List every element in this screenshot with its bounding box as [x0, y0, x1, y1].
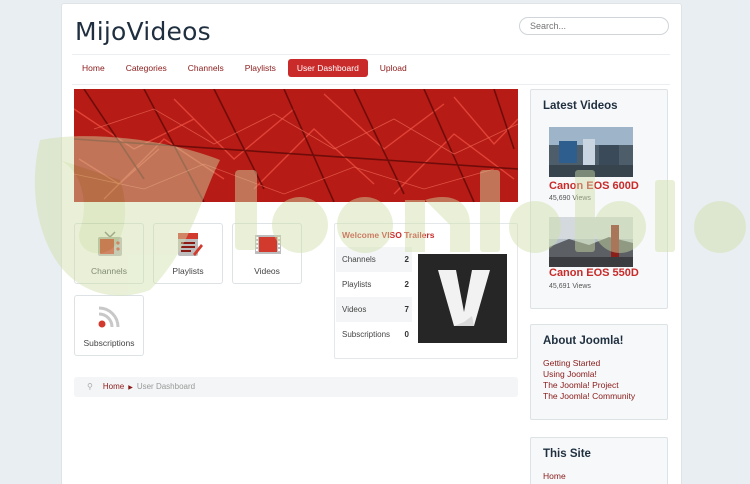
videos-tile-label: Videos [254, 266, 280, 276]
subscriptions-tile-label: Subscriptions [83, 338, 135, 348]
welcome-title: Welcome VISO Trailers [342, 230, 435, 240]
latest-videos-title: Latest Videos [543, 100, 618, 112]
site-title[interactable]: MijoVideos [75, 17, 211, 46]
subscriptions-tile[interactable]: Subscriptions [74, 295, 144, 356]
playlists-icon [178, 233, 203, 256]
stat-value: 0 [404, 330, 409, 339]
nav-divider [72, 54, 670, 55]
playlists-tile-label: Playlists [172, 266, 204, 276]
channels-icon [98, 231, 122, 256]
video-title-link[interactable]: Canon EOS 600D [549, 180, 639, 192]
this-site-title: This Site [543, 448, 591, 460]
channels-tile[interactable]: Channels [74, 223, 144, 284]
menu-item-upload[interactable]: Upload [371, 59, 416, 77]
subscriptions-icon [98, 306, 120, 328]
stat-row-playlists[interactable]: Playlists 2 [336, 272, 412, 297]
stat-row-videos[interactable]: Videos 7 [336, 297, 412, 322]
stat-value: 2 [404, 280, 409, 289]
about-link[interactable]: Getting Started [543, 358, 600, 368]
menu-item-playlists[interactable]: Playlists [236, 59, 285, 77]
stat-value: 2 [404, 255, 409, 264]
menu-item-channels[interactable]: Channels [179, 59, 233, 77]
nav-divider [72, 84, 670, 85]
about-link[interactable]: The Joomla! Project [543, 380, 619, 390]
this-site-link[interactable]: Home [543, 471, 566, 481]
channels-tile-label: Channels [91, 266, 127, 276]
breadcrumb-home-link[interactable]: Home [103, 382, 124, 391]
videos-tile[interactable]: Videos [232, 223, 302, 284]
this-site-module: This Site Home [530, 437, 668, 484]
stat-row-channels[interactable]: Channels 2 [336, 247, 412, 272]
main-menu: Home Categories Channels Playlists User … [73, 59, 419, 77]
video-thumbnail[interactable] [549, 127, 633, 177]
video-title-link[interactable]: Canon EOS 550D [549, 267, 639, 279]
videos-icon [255, 235, 281, 254]
video-thumbnail[interactable] [549, 217, 633, 267]
stat-label: Videos [342, 305, 367, 314]
about-link[interactable]: The Joomla! Community [543, 391, 635, 401]
channel-avatar [418, 254, 507, 343]
breadcrumb-separator-icon: ▶ [128, 385, 133, 391]
stat-row-subscriptions[interactable]: Subscriptions 0 [336, 322, 412, 347]
menu-item-home[interactable]: Home [73, 59, 114, 77]
location-pin-icon: ⚲ [87, 382, 93, 391]
menu-item-categories[interactable]: Categories [117, 59, 176, 77]
breadcrumb: ⚲ Home ▶ User Dashboard [74, 377, 518, 397]
banner-image [74, 89, 518, 202]
menu-item-user-dashboard[interactable]: User Dashboard [287, 59, 368, 77]
page-container: MijoVideos Home Categories Channels Play… [61, 3, 682, 484]
video-views: 45,691 Views [549, 283, 591, 290]
latest-videos-module: Latest Videos Canon EOS 600D 45,690 View… [530, 89, 668, 309]
welcome-panel: Welcome VISO Trailers Channels 2 Playlis… [334, 223, 518, 359]
video-views: 45,690 Views [549, 195, 591, 202]
search-input[interactable] [519, 17, 669, 35]
about-joomla-title: About Joomla! [543, 335, 624, 347]
stat-value: 7 [404, 305, 409, 314]
playlists-tile[interactable]: Playlists [153, 223, 223, 284]
breadcrumb-current: User Dashboard [136, 382, 196, 391]
stat-label: Channels [342, 255, 376, 264]
about-joomla-module: About Joomla! Getting Started Using Joom… [530, 324, 668, 420]
stat-label: Subscriptions [342, 330, 391, 339]
about-link[interactable]: Using Joomla! [543, 369, 597, 379]
stat-label: Playlists [342, 280, 372, 289]
